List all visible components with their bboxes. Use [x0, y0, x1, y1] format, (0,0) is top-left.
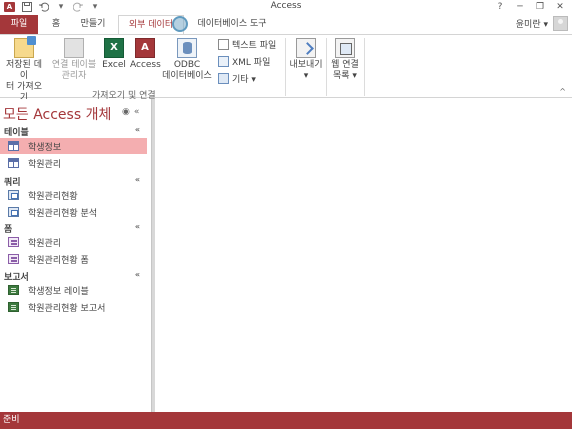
linked-table-manager-label: 연결 테이블 관리자 — [51, 60, 97, 81]
saved-imports-label: 저장된 데이 터 가져오기 — [6, 60, 42, 103]
export-icon — [296, 38, 316, 58]
title-bar: A ▾ ▾ Access ? ─ ❐ ✕ — [0, 0, 572, 13]
export-label: 내보내기 ▾ — [289, 60, 323, 81]
collapse-section-icon[interactable]: « — [135, 222, 140, 231]
nav-item-table-academy[interactable]: 학원관리 — [0, 155, 147, 171]
export-button[interactable]: 내보내기 ▾ — [288, 38, 324, 82]
tab-create[interactable]: 만들기 — [72, 15, 114, 34]
user-name[interactable]: 윤미란 ▾ — [516, 17, 548, 30]
query-icon — [8, 207, 19, 217]
ribbon-external-data: 저장된 데이 터 가져오기 연결 테이블 관리자 X Excel A Acces… — [0, 34, 572, 103]
query-icon — [8, 190, 19, 200]
status-bar: 준비 — [0, 412, 572, 429]
nav-section-label: 테이블 — [4, 128, 29, 138]
table-icon — [8, 158, 19, 168]
more-icon — [218, 72, 229, 84]
form-icon — [8, 237, 19, 247]
nav-item-label: 학원관리 — [28, 238, 62, 249]
import-odbc-button[interactable]: ODBC 데이터베이스 — [160, 38, 214, 82]
minimize-button[interactable]: ─ — [510, 0, 530, 13]
nav-item-query-status[interactable]: 학원관리현황 — [0, 187, 147, 203]
xml-file-label: XML 파일 — [232, 57, 271, 68]
nav-pane-shutter-icon[interactable]: « — [134, 107, 140, 117]
collapse-section-icon[interactable]: « — [135, 125, 140, 134]
excel-icon: X — [104, 38, 124, 58]
access-label: Access — [130, 60, 161, 70]
nav-item-label: 학생정보 — [28, 142, 62, 153]
access-icon: A — [135, 38, 155, 58]
nav-item-table-student-info[interactable]: 학생정보 — [0, 138, 147, 154]
status-text: 준비 — [3, 415, 20, 425]
window-controls: ? ─ ❐ ✕ — [490, 0, 570, 13]
tab-home[interactable]: 홈 — [46, 15, 66, 34]
xml-file-icon — [218, 55, 229, 67]
web-linked-list-button[interactable]: 웹 연결 목록 ▾ — [329, 38, 361, 82]
nav-item-report-labels[interactable]: 학생정보 레이블 — [0, 282, 147, 298]
ribbon-separator — [364, 38, 365, 96]
more-label: 기타 ▾ — [232, 74, 256, 85]
import-text-file-button[interactable]: 텍스트 파일 — [218, 37, 276, 51]
text-file-label: 텍스트 파일 — [232, 40, 277, 51]
nav-item-label: 학원관리 — [28, 159, 62, 170]
web-linked-list-label: 웹 연결 목록 ▾ — [331, 60, 359, 81]
excel-label: Excel — [102, 60, 126, 70]
import-more-button[interactable]: 기타 ▾ — [218, 71, 256, 85]
saved-imports-button[interactable]: 저장된 데이 터 가져오기 — [2, 36, 46, 104]
import-access-button[interactable]: A Access — [130, 38, 161, 71]
web-linked-list-icon — [335, 38, 355, 58]
nav-pane-menu-icon[interactable]: ◉ — [122, 107, 130, 117]
report-icon — [8, 302, 19, 312]
navigation-pane: 모든 Access 개체 ◉ « 테이블 « 학생정보 학원관리 쿼리 « 학원… — [0, 99, 151, 412]
collapse-ribbon-button[interactable]: ^ — [559, 87, 566, 96]
import-excel-button[interactable]: X Excel — [102, 38, 126, 71]
help-button[interactable]: ? — [490, 0, 510, 13]
close-button[interactable]: ✕ — [550, 0, 570, 13]
nav-pane-title[interactable]: 모든 Access 개체 — [3, 104, 111, 124]
cursor-highlight — [172, 16, 188, 32]
nav-item-label: 학원관리현황 보고서 — [28, 303, 106, 314]
form-icon — [8, 254, 19, 264]
window-title: Access — [270, 1, 302, 11]
import-xml-file-button[interactable]: XML 파일 — [218, 54, 270, 68]
nav-item-label: 학원관리현황 폼 — [28, 255, 89, 266]
odbc-database-icon — [177, 38, 197, 58]
nav-item-query-analysis[interactable]: 학원관리현황 분석 — [0, 204, 147, 220]
report-icon — [8, 285, 19, 295]
table-icon — [8, 141, 19, 151]
tab-database-tools[interactable]: 데이터베이스 도구 — [192, 15, 272, 34]
nav-item-report-status[interactable]: 학원관리현황 보고서 — [0, 299, 147, 315]
nav-item-label: 학생정보 레이블 — [28, 286, 89, 297]
nav-item-label: 학원관리현황 분석 — [28, 208, 98, 219]
ribbon-separator — [285, 38, 286, 96]
odbc-label: ODBC 데이터베이스 — [162, 60, 212, 81]
text-file-icon — [218, 38, 229, 50]
nav-item-form-academy[interactable]: 학원관리 — [0, 234, 147, 250]
ribbon-tabs: 파일 홈 만들기 외부 데이터 데이터베이스 도구 윤미란 ▾ — [0, 13, 572, 34]
ribbon-separator — [326, 38, 327, 96]
collapse-section-icon[interactable]: « — [135, 270, 140, 279]
avatar[interactable] — [553, 16, 568, 31]
nav-pane-header-controls: ◉ « — [122, 107, 139, 117]
nav-item-form-status[interactable]: 학원관리현황 폼 — [0, 251, 147, 267]
restore-button[interactable]: ❐ — [530, 0, 550, 13]
tab-file[interactable]: 파일 — [0, 15, 38, 34]
saved-imports-icon — [14, 36, 36, 58]
collapse-section-icon[interactable]: « — [135, 175, 140, 184]
linked-table-manager-button[interactable]: 연결 테이블 관리자 — [50, 38, 98, 82]
nav-item-label: 학원관리현황 — [28, 191, 78, 202]
linked-table-manager-icon — [64, 38, 84, 58]
document-workspace[interactable] — [155, 99, 572, 412]
nav-section-tables[interactable]: 테이블 « — [4, 125, 144, 138]
